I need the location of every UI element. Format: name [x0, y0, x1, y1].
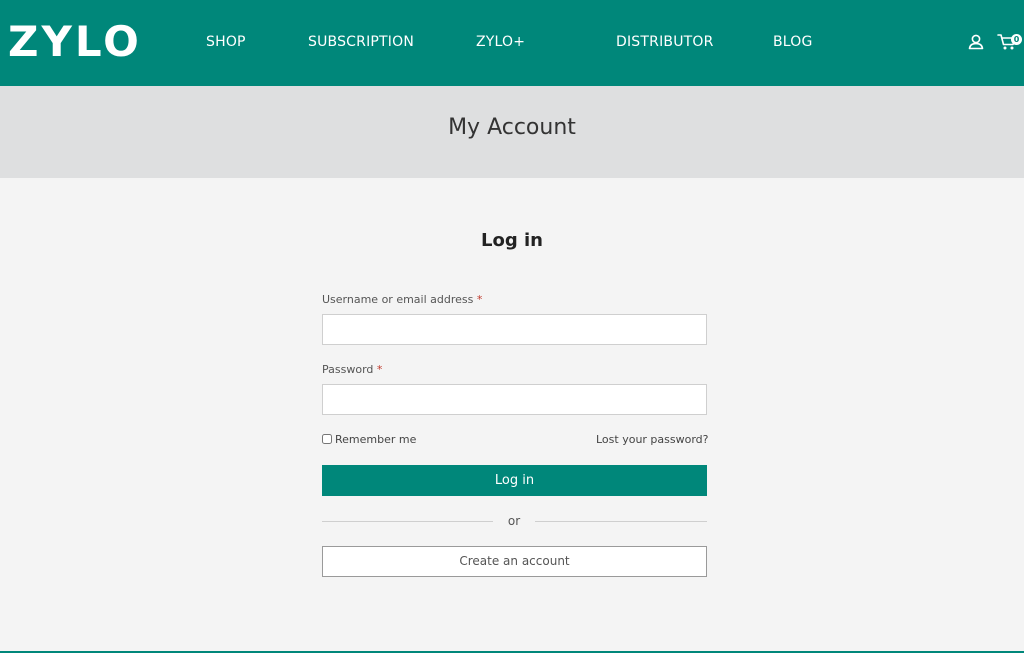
zylo-logo[interactable]: ZYLO [8, 21, 142, 63]
username-label: Username or email address * [322, 293, 482, 307]
username-label-text: Username or email address [322, 293, 474, 306]
login-heading: Log in [481, 230, 543, 251]
required-mark: * [376, 363, 383, 376]
nav-item-subscription[interactable]: SUBSCRIPTION [308, 33, 414, 51]
site-header: ZYLO SHOP SUBSCRIPTION ZYLO+ DISTRIBUTOR… [0, 0, 1024, 86]
create-account-button[interactable]: Create an account [322, 546, 707, 577]
password-label: Password * [322, 363, 382, 377]
lost-password-link[interactable]: Lost your password? [596, 433, 709, 447]
remember-me-checkbox[interactable] [322, 434, 332, 444]
remember-me-label: Remember me [335, 432, 417, 446]
required-mark: * [476, 293, 483, 306]
divider-right [535, 521, 707, 522]
password-label-text: Password [322, 363, 374, 376]
password-input[interactable] [322, 384, 707, 415]
page-hero: My Account [0, 86, 1024, 178]
nav-item-shop[interactable]: SHOP [206, 33, 246, 51]
divider-left [322, 521, 493, 522]
remember-me[interactable]: Remember me [322, 432, 416, 446]
username-input[interactable] [322, 314, 707, 345]
nav-item-distributor[interactable]: DISTRIBUTOR [616, 33, 714, 51]
nav-item-zylo-plus[interactable]: ZYLO+ [476, 33, 525, 51]
login-button[interactable]: Log in [322, 465, 707, 496]
nav-item-blog[interactable]: BLOG [773, 33, 813, 51]
or-separator: or [507, 514, 521, 528]
page-title: My Account [448, 115, 576, 140]
cart-count-badge: 0 [1011, 34, 1022, 45]
user-icon[interactable] [967, 33, 985, 51]
